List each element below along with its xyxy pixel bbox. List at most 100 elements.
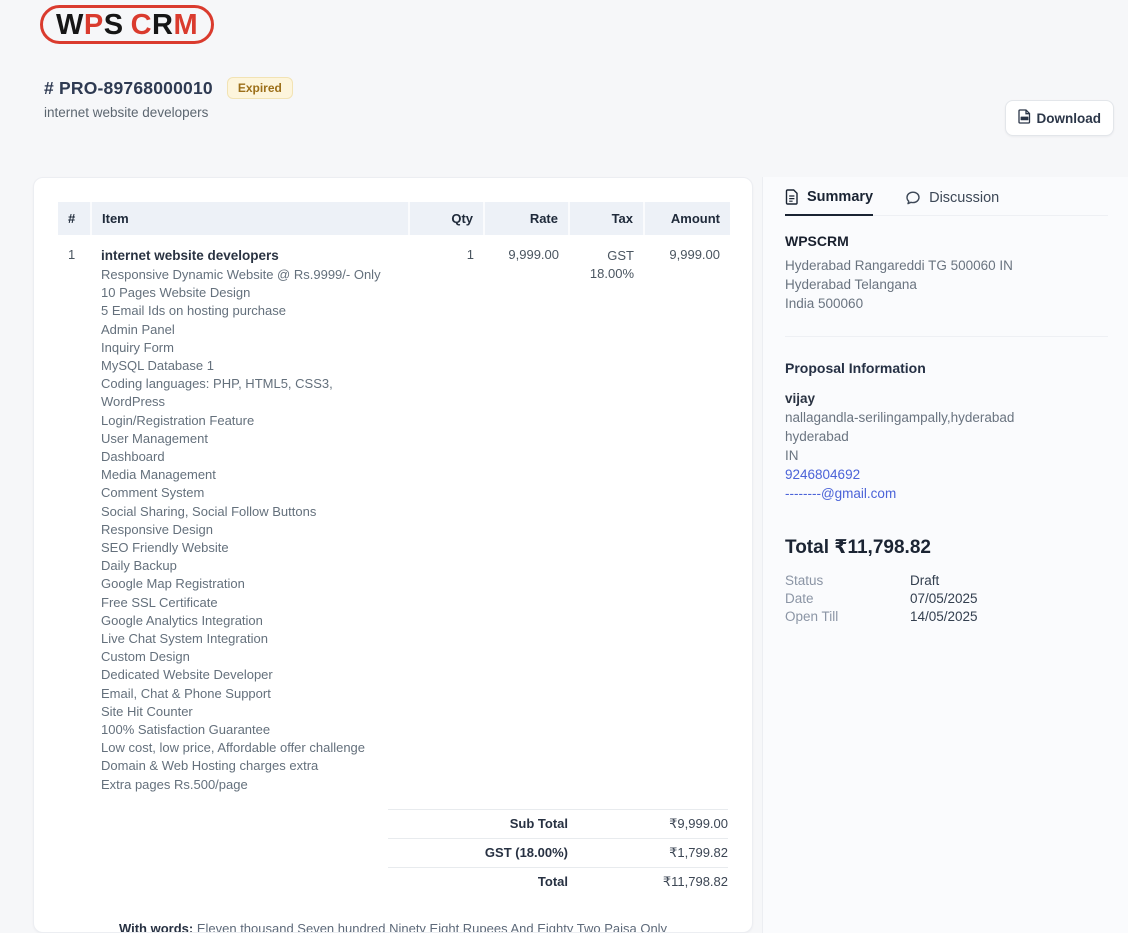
item-description-line: Custom Design [101, 648, 399, 666]
wpscrm-logo: WPSCRM [40, 5, 214, 44]
item-description-line: Google Map Registration [101, 575, 399, 593]
tab-summary[interactable]: Summary [785, 189, 873, 216]
item-description-line: Daily Backup [101, 557, 399, 575]
column-header-item: Item [91, 202, 409, 235]
detail-label: Open Till [785, 608, 910, 626]
column-header-amount: Amount [644, 202, 730, 235]
company-block: WPSCRM Hyderabad Rangareddi TG 500060 IN… [785, 216, 1108, 337]
amount-in-words: With words: Eleven thousand Seven hundre… [58, 920, 728, 933]
item-description-line: Dedicated Website Developer [101, 666, 399, 684]
item-description-line: Domain & Web Hosting charges extra [101, 757, 399, 775]
invoice-card: # Item Qty Rate Tax Amount 1 internet we… [33, 177, 753, 933]
content-area: # Item Qty Rate Tax Amount 1 internet we… [0, 177, 1128, 933]
company-address-line: India 500060 [785, 294, 1108, 313]
item-description-line: 100% Satisfaction Guarantee [101, 721, 399, 739]
item-tax-rate: 18.00% [579, 265, 634, 283]
detail-row: Open Till 14/05/2025 [785, 608, 1108, 626]
total-row-value: ₹9,999.00 [610, 816, 728, 832]
item-description: Responsive Dynamic Website @ Rs.9999/- O… [101, 266, 399, 794]
contact-address: nallagandla-serilingampally,hyderabadhyd… [785, 408, 1108, 465]
item-description-line: 10 Pages Website Design [101, 284, 399, 302]
logo-letter: P [84, 9, 104, 41]
contact-email-link[interactable]: --------@gmail.com [785, 484, 896, 503]
detail-value: 07/05/2025 [910, 590, 978, 608]
total-row-value: ₹11,798.82 [610, 874, 728, 890]
detail-row: Date 07/05/2025 [785, 590, 1108, 608]
proposal-title-block: # PRO-89768000010 Expired internet websi… [44, 77, 293, 120]
column-header-index: # [58, 202, 91, 235]
company-address: Hyderabad Rangareddi TG 500060 INHyderab… [785, 256, 1108, 313]
item-name: internet website developers [101, 247, 399, 265]
item-description-line: Low cost, low price, Affordable offer ch… [101, 739, 399, 757]
proposal-page: WPSCRM # PRO-89768000010 Expired interne… [0, 0, 1128, 933]
company-address-line: Hyderabad Telangana [785, 275, 1108, 294]
speech-bubble-icon [905, 190, 921, 206]
item-description-line: WordPress [101, 393, 399, 411]
proposal-details: Status Draft Date 07/05/2025 Open Till 1… [785, 572, 1108, 626]
item-description-line: Site Hit Counter [101, 703, 399, 721]
item-qty: 1 [409, 235, 484, 794]
table-header-row: # Item Qty Rate Tax Amount [58, 202, 730, 235]
item-description-line: Comment System [101, 484, 399, 502]
item-description-line: Inquiry Form [101, 339, 399, 357]
company-name: WPSCRM [785, 233, 1108, 249]
column-header-tax: Tax [569, 202, 644, 235]
amount-in-words-text: Eleven thousand Seven hundred Ninety Eig… [197, 921, 667, 933]
proposal-subtitle: internet website developers [44, 105, 293, 120]
item-description-line: Google Analytics Integration [101, 612, 399, 630]
tab-discussion-label: Discussion [929, 190, 999, 206]
item-description-line: 5 Email Ids on hosting purchase [101, 302, 399, 320]
tab-summary-label: Summary [807, 189, 873, 205]
item-description-line: SEO Friendly Website [101, 539, 399, 557]
contact-name: vijay [785, 389, 1108, 408]
contact-address-line: IN [785, 446, 1108, 465]
logo-letter: S [104, 9, 124, 41]
column-header-rate: Rate [484, 202, 569, 235]
item-description-line: Social Sharing, Social Follow Buttons [101, 503, 399, 521]
total-row: Total ₹11,798.82 [388, 867, 728, 896]
proposal-number: # PRO-89768000010 [44, 78, 213, 99]
company-address-line: Hyderabad Rangareddi TG 500060 IN [785, 256, 1108, 275]
item-description-line: Email, Chat & Phone Support [101, 685, 399, 703]
logo-letter: M [173, 9, 198, 41]
total-row-label: Sub Total [388, 816, 610, 831]
item-description-line: Coding languages: PHP, HTML5, CSS3, [101, 375, 399, 393]
detail-row: Status Draft [785, 572, 1108, 590]
contact-phone-link[interactable]: 9246804692 [785, 465, 860, 484]
item-description-line: Live Chat System Integration [101, 630, 399, 648]
totals-section: Sub Total ₹9,999.00 GST (18.00%) ₹1,799.… [388, 809, 728, 896]
sidebar-total: Total ₹11,798.82 [785, 536, 1108, 559]
detail-value: 14/05/2025 [910, 608, 978, 626]
item-tax-name: GST [579, 247, 634, 265]
item-rate: 9,999.00 [484, 235, 569, 794]
item-description-line: User Management [101, 430, 399, 448]
download-button[interactable]: Download [1005, 100, 1115, 136]
total-row-label: Total [388, 874, 610, 889]
item-description-line: Media Management [101, 466, 399, 484]
tab-discussion[interactable]: Discussion [905, 189, 999, 216]
detail-label: Date [785, 590, 910, 608]
item-index: 1 [58, 235, 91, 794]
total-row: GST (18.00%) ₹1,799.82 [388, 838, 728, 867]
page-header: # PRO-89768000010 Expired internet websi… [0, 44, 1128, 136]
download-button-label: Download [1037, 111, 1102, 126]
pdf-file-icon [1018, 109, 1031, 127]
detail-label: Status [785, 572, 910, 590]
proposal-info-block: Proposal Information vijay nallagandla-s… [785, 337, 1108, 503]
item-description-line: Dashboard [101, 448, 399, 466]
items-table: # Item Qty Rate Tax Amount 1 internet we… [58, 202, 730, 794]
item-cell: internet website developers Responsive D… [91, 235, 409, 794]
contact-address-line: hyderabad [785, 427, 1108, 446]
topbar: WPSCRM [0, 0, 1128, 44]
status-badge: Expired [227, 77, 293, 99]
summary-panel: Summary Discussion WPSCRM Hyderabad Rang… [762, 177, 1128, 933]
item-description-line: Free SSL Certificate [101, 594, 399, 612]
document-icon [785, 189, 799, 205]
total-row: Sub Total ₹9,999.00 [388, 809, 728, 838]
logo-letter: W [56, 9, 84, 41]
table-row: 1 internet website developers Responsive… [58, 235, 730, 794]
total-row-label: GST (18.00%) [388, 845, 610, 860]
item-description-line: Responsive Design [101, 521, 399, 539]
item-description-line: MySQL Database 1 [101, 357, 399, 375]
amount-in-words-label: With words: [119, 921, 193, 933]
